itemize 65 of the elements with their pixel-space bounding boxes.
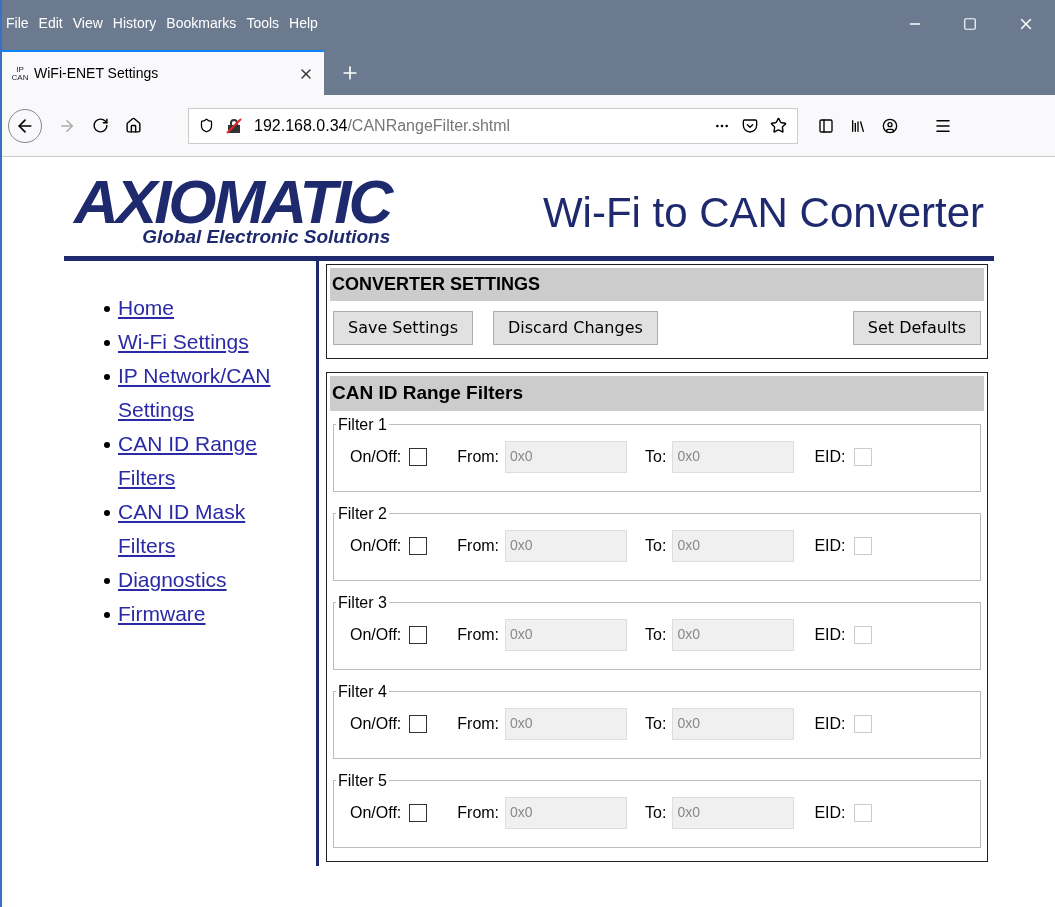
field-label: On/Off: bbox=[350, 446, 402, 467]
bullet-icon bbox=[104, 340, 110, 346]
filter-legend: Filter 2 bbox=[336, 501, 389, 526]
field-label: From: bbox=[457, 713, 500, 734]
field-label: To: bbox=[645, 713, 667, 734]
menu-item[interactable]: Edit bbox=[38, 13, 63, 34]
bullet-icon bbox=[104, 374, 110, 380]
library-icon[interactable] bbox=[850, 117, 866, 134]
field-label: From: bbox=[457, 535, 500, 556]
action-button[interactable]: Set Defaults bbox=[852, 311, 981, 345]
logo: AXIOMATIC Global Electronic Solutions bbox=[74, 171, 391, 246]
section-header: CAN ID Range Filters bbox=[330, 376, 984, 411]
nav-link[interactable]: IP Network/CAN Settings bbox=[118, 359, 288, 427]
pocket-icon[interactable] bbox=[742, 117, 758, 134]
filter-legend: Filter 1 bbox=[336, 412, 389, 437]
bullet-icon bbox=[104, 612, 110, 618]
shield-icon bbox=[199, 118, 214, 133]
menu-item[interactable]: File bbox=[6, 13, 29, 34]
account-icon[interactable] bbox=[882, 117, 898, 134]
field-label: EID: bbox=[814, 446, 846, 467]
field-label: To: bbox=[645, 624, 667, 645]
field-label: To: bbox=[645, 802, 667, 823]
insecure-lock-icon bbox=[226, 117, 242, 134]
filter-legend: Filter 3 bbox=[336, 590, 389, 615]
tab-favicon-icon: IP CAN bbox=[12, 65, 28, 82]
sidebar-icon[interactable] bbox=[818, 117, 834, 134]
field-label: EID: bbox=[814, 802, 846, 823]
field-label: EID: bbox=[814, 624, 846, 645]
field-label: On/Off: bbox=[350, 535, 402, 556]
nav-link[interactable]: CAN ID Mask Filters bbox=[118, 495, 288, 563]
bullet-icon bbox=[104, 306, 110, 312]
bookmark-star-icon[interactable] bbox=[770, 117, 787, 134]
action-button[interactable]: Save Settings bbox=[333, 311, 473, 345]
field-label: From: bbox=[457, 802, 500, 823]
menu-item[interactable]: View bbox=[72, 13, 103, 34]
menu-item[interactable]: History bbox=[112, 13, 157, 34]
menu-item[interactable]: Bookmarks bbox=[166, 13, 237, 34]
home-icon[interactable] bbox=[125, 117, 142, 134]
section-header: CONVERTER SETTINGS bbox=[330, 268, 984, 301]
reload-icon[interactable] bbox=[92, 117, 109, 134]
nav-link[interactable]: Wi-Fi Settings bbox=[118, 325, 288, 359]
menu-item[interactable]: Tools bbox=[246, 13, 280, 34]
nav-link[interactable]: Home bbox=[118, 291, 288, 325]
address-bar[interactable]: 192.168.0.34/CANRangeFilter.shtml bbox=[188, 107, 798, 144]
field-label: On/Off: bbox=[350, 802, 402, 823]
bullet-icon bbox=[104, 442, 110, 448]
bullet-icon bbox=[104, 510, 110, 516]
field-label: To: bbox=[645, 535, 667, 556]
field-label: From: bbox=[457, 446, 500, 467]
field-label: From: bbox=[457, 624, 500, 645]
nav-link[interactable]: Firmware bbox=[118, 597, 288, 631]
action-button[interactable]: Discard Changes bbox=[493, 311, 658, 345]
page-title: Wi-Fi to CAN Converter bbox=[542, 188, 985, 238]
bullet-icon bbox=[104, 578, 110, 584]
field-label: On/Off: bbox=[350, 624, 402, 645]
field-label: EID: bbox=[814, 535, 846, 556]
field-label: EID: bbox=[814, 713, 846, 734]
filter-legend: Filter 5 bbox=[336, 768, 389, 793]
nav-link[interactable]: Diagnostics bbox=[118, 563, 288, 597]
field-label: To: bbox=[645, 446, 667, 467]
menu-item[interactable]: Help bbox=[289, 13, 318, 34]
field-label: On/Off: bbox=[350, 713, 402, 734]
nav-link[interactable]: CAN ID Range Filters bbox=[118, 427, 288, 495]
filter-legend: Filter 4 bbox=[336, 679, 389, 704]
maximize-icon[interactable] bbox=[963, 16, 977, 31]
